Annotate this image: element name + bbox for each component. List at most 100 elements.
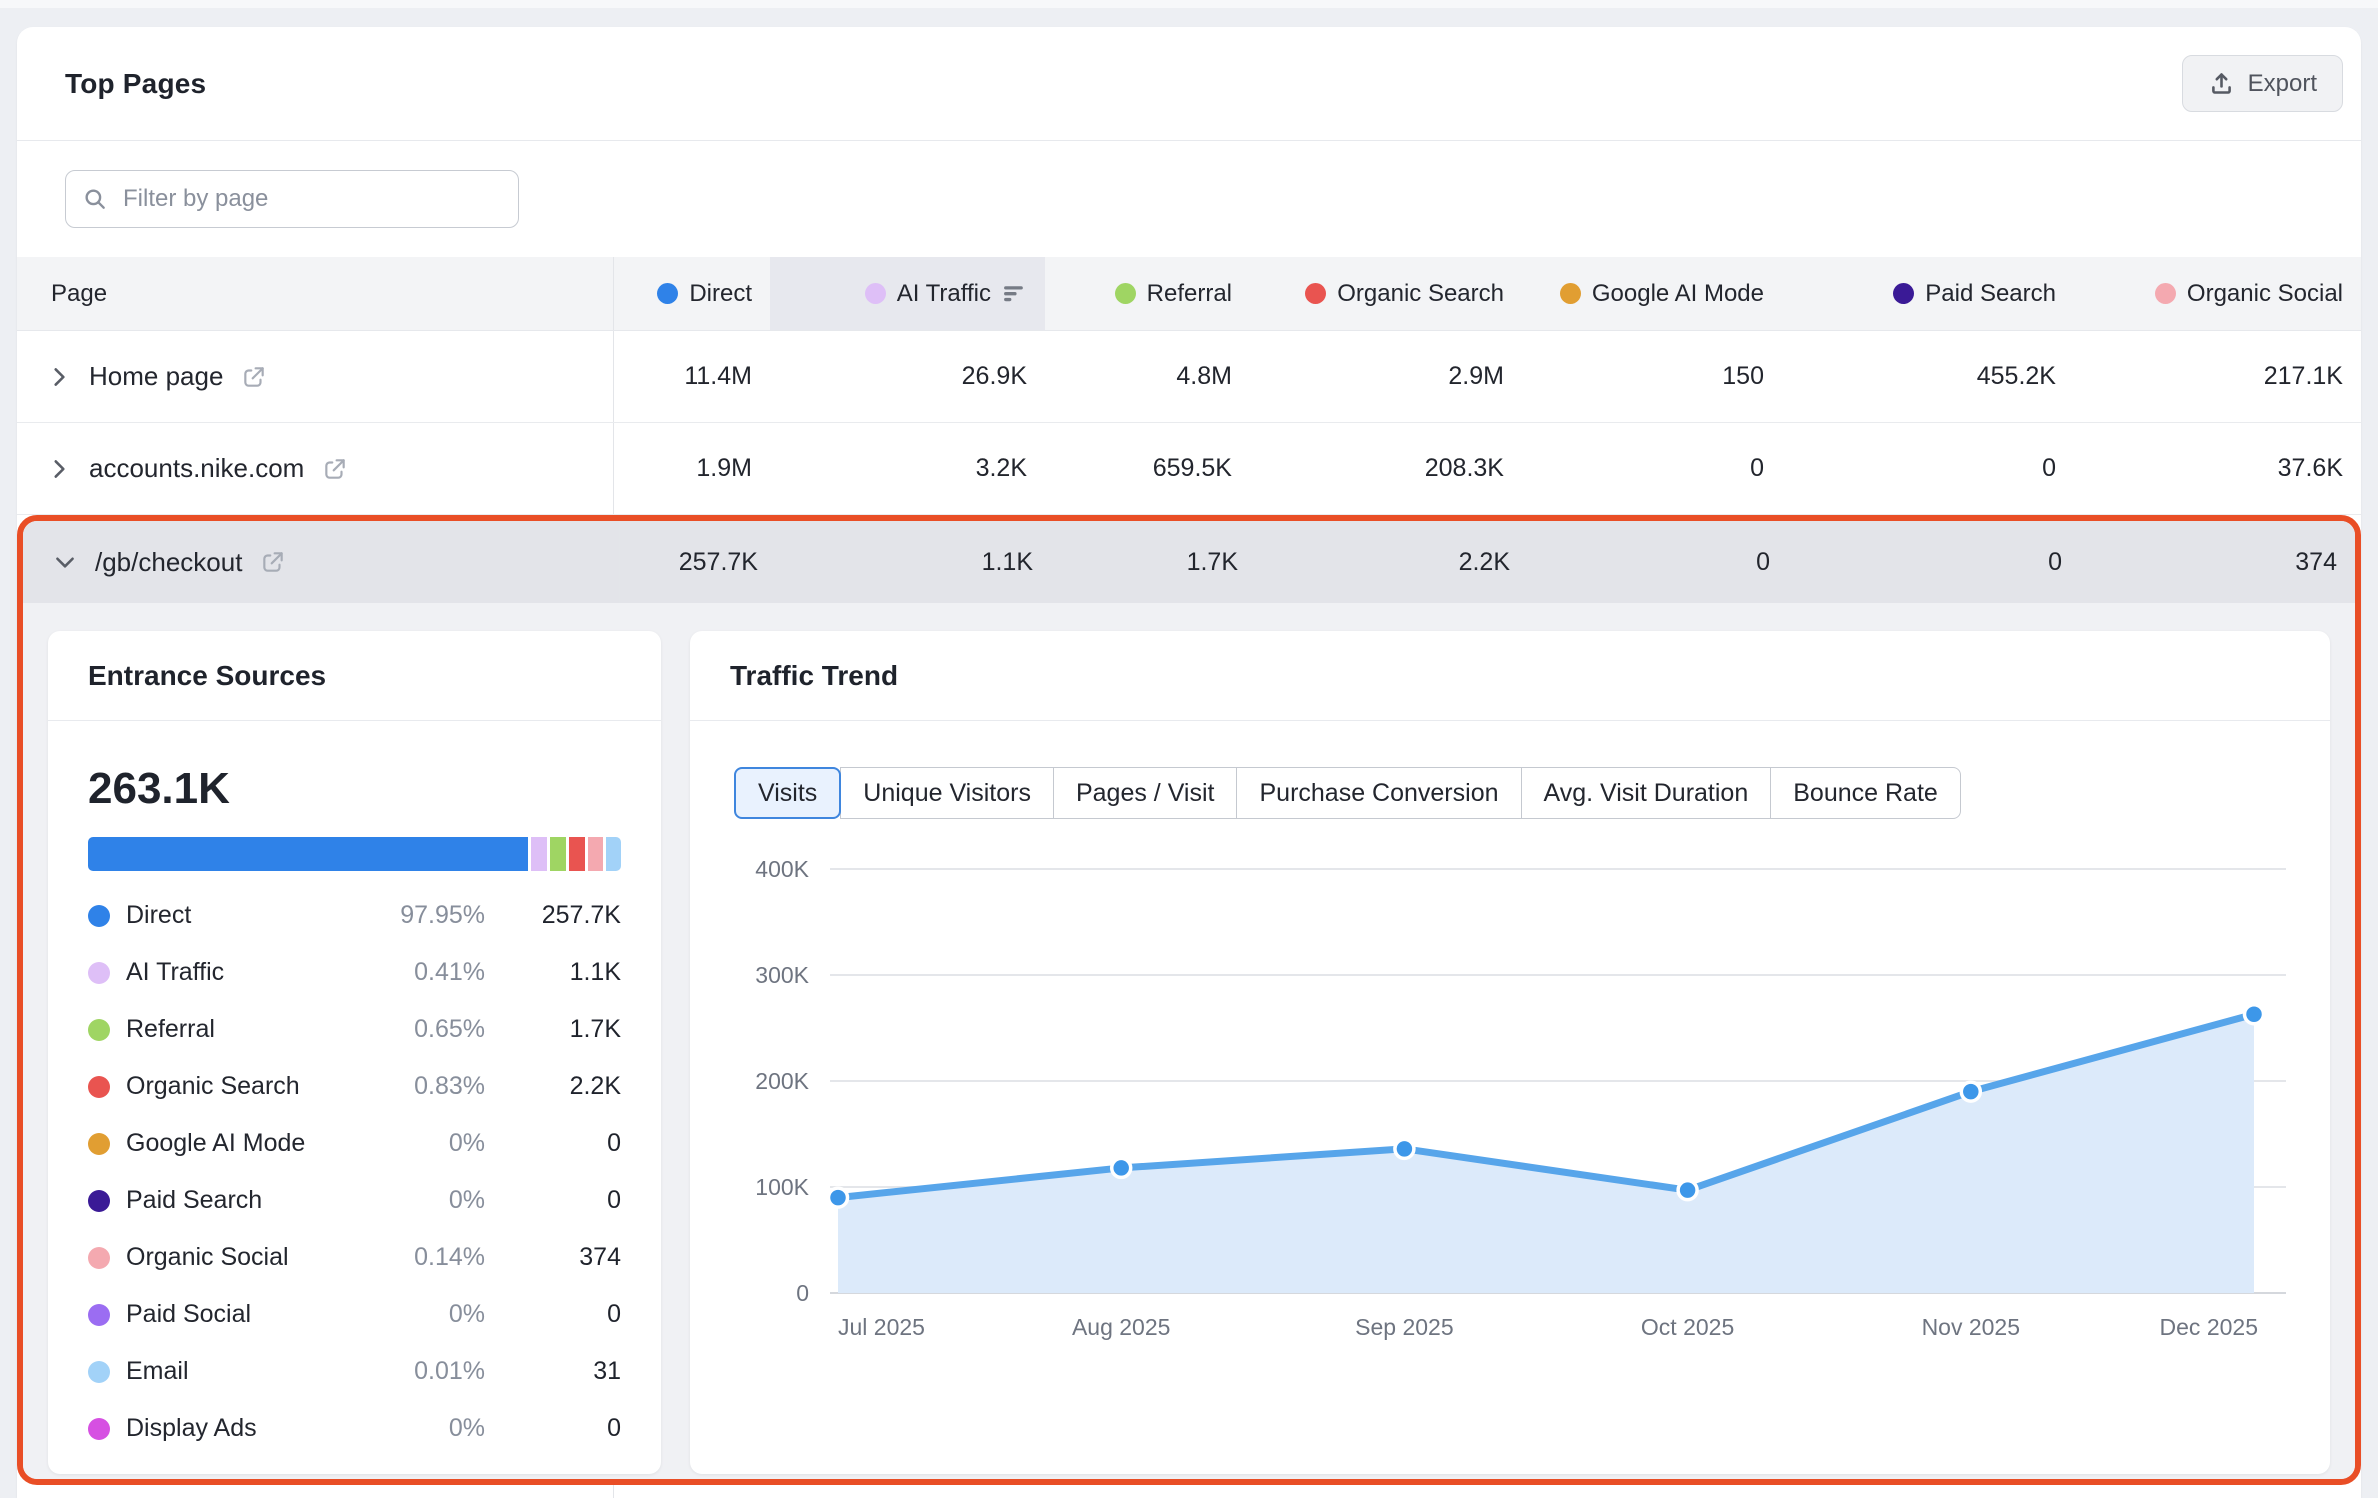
source-value: 0	[501, 1129, 621, 1158]
tab-bounce-rate[interactable]: Bounce Rate	[1770, 767, 1961, 819]
bar-segment-organic-search	[569, 837, 585, 871]
external-link-icon[interactable]	[260, 549, 286, 575]
tab-purchase-conversion[interactable]: Purchase Conversion	[1236, 767, 1521, 819]
source-label: Referral	[126, 1015, 357, 1044]
column-header-label: Referral	[1147, 280, 1232, 308]
trend-area-fill	[838, 1014, 2254, 1293]
tab-avg-visit-duration[interactable]: Avg. Visit Duration	[1521, 767, 1772, 819]
expanded-details-panel: Entrance Sources 263.1K Direct97.95%257.…	[23, 603, 2355, 1479]
source-row-paid-social: Paid Social0%0	[88, 1286, 621, 1343]
column-header-direct[interactable]: Direct	[613, 257, 770, 330]
page-name: accounts.nike.com	[89, 453, 304, 484]
bar-segment-direct	[88, 837, 528, 871]
export-icon	[2208, 70, 2235, 97]
ai-traffic-legend-dot	[865, 283, 886, 304]
cell-google-ai-mode: 0	[1522, 423, 1782, 514]
x-axis-label: Jul 2025	[838, 1314, 925, 1340]
source-label: Paid Search	[126, 1186, 357, 1215]
expand-row-chevron-right-icon[interactable]	[45, 455, 73, 483]
paid-search-dot	[88, 1190, 110, 1212]
traffic-trend-card: Traffic Trend VisitsUnique VisitorsPages…	[690, 631, 2330, 1474]
cell-organic-search: 208.3K	[1250, 423, 1522, 514]
cell-google-ai-mode: 0	[1528, 521, 1788, 603]
table-rows: Home page11.4M26.9K4.8M2.9M150455.2K217.…	[17, 331, 2361, 515]
entrance-sources-title: Entrance Sources	[48, 631, 661, 721]
cell-referral: 1.7K	[1051, 521, 1256, 603]
bar-segment-email	[606, 837, 621, 871]
column-header-google-ai-mode[interactable]: Google AI Mode	[1522, 257, 1782, 330]
source-percent: 0.01%	[373, 1357, 485, 1386]
collapse-row-chevron-down-icon[interactable]	[51, 548, 79, 576]
filter-input[interactable]	[121, 184, 502, 214]
external-link-icon[interactable]	[322, 456, 348, 482]
referral-dot	[88, 1019, 110, 1041]
direct-dot	[88, 905, 110, 927]
source-value: 0	[501, 1414, 621, 1443]
cell-google-ai-mode: 150	[1522, 331, 1782, 422]
column-header-label: Google AI Mode	[1592, 280, 1764, 308]
tab-unique-visitors[interactable]: Unique Visitors	[840, 767, 1054, 819]
source-percent: 0.65%	[373, 1015, 485, 1044]
paid-search-legend-dot	[1893, 283, 1914, 304]
column-header-label: AI Traffic	[897, 280, 991, 308]
export-button[interactable]: Export	[2182, 55, 2343, 112]
source-percent: 0.14%	[373, 1243, 485, 1272]
email-dot	[88, 1361, 110, 1383]
column-header-label: Organic Social	[2187, 280, 2343, 308]
table-row-accounts-nike-com[interactable]: accounts.nike.com1.9M3.2K659.5K208.3K003…	[17, 423, 2361, 515]
traffic-trend-title: Traffic Trend	[690, 631, 2330, 721]
x-axis-label: Nov 2025	[1922, 1314, 2020, 1340]
column-header-ai-traffic[interactable]: AI Traffic	[770, 257, 1045, 330]
source-percent: 97.95%	[373, 901, 485, 930]
source-percent: 0%	[373, 1129, 485, 1158]
table-toolbar	[17, 141, 2361, 257]
column-header-organic-search[interactable]: Organic Search	[1250, 257, 1522, 330]
column-header-organic-social[interactable]: Organic Social	[2074, 257, 2361, 330]
metric-tabs: VisitsUnique VisitorsPages / VisitPurcha…	[734, 767, 2286, 819]
entrance-sources-total: 263.1K	[88, 767, 621, 811]
source-label: AI Traffic	[126, 958, 357, 987]
card-header: Top Pages Export	[17, 27, 2361, 141]
source-value: 31	[501, 1357, 621, 1386]
cell-organic-social: 374	[2080, 521, 2355, 603]
source-label: Paid Social	[126, 1300, 357, 1329]
column-header-referral[interactable]: Referral	[1045, 257, 1250, 330]
tab-pages-visit[interactable]: Pages / Visit	[1053, 767, 1238, 819]
traffic-trend-body: VisitsUnique VisitorsPages / VisitPurcha…	[690, 767, 2330, 1348]
sources-legend: Direct97.95%257.7KAI Traffic0.41%1.1KRef…	[88, 887, 621, 1457]
source-value: 374	[501, 1243, 621, 1272]
expand-row-chevron-right-icon[interactable]	[45, 363, 73, 391]
column-header-label: Direct	[689, 280, 752, 308]
column-header-paid-search[interactable]: Paid Search	[1782, 257, 2074, 330]
table-row-gb-checkout[interactable]: /gb/checkout257.7K1.1K1.7K2.2K00374	[23, 521, 2355, 603]
data-point-aug-2025	[1112, 1158, 1131, 1177]
ai-traffic-dot	[88, 962, 110, 984]
source-value: 0	[501, 1300, 621, 1329]
source-row-direct: Direct97.95%257.7K	[88, 887, 621, 944]
source-label: Google AI Mode	[126, 1129, 357, 1158]
entrance-sources-card: Entrance Sources 263.1K Direct97.95%257.…	[48, 631, 661, 1474]
source-row-email: Email 0.01% 31	[88, 1343, 621, 1400]
bar-segment-organic-social	[588, 837, 604, 871]
data-point-oct-2025	[1678, 1181, 1697, 1200]
organic-social-legend-dot	[2155, 283, 2176, 304]
cell-ai-traffic: 26.9K	[770, 331, 1045, 422]
source-value: 2.2K	[501, 1072, 621, 1101]
source-row-organic-social: Organic Social0.14%374	[88, 1229, 621, 1286]
cell-referral: 4.8M	[1045, 331, 1250, 422]
source-label: Email	[126, 1357, 357, 1386]
x-axis-label: Dec 2025	[2160, 1314, 2258, 1340]
y-axis-label: 100K	[755, 1174, 809, 1200]
source-percent: 0.83%	[373, 1072, 485, 1101]
page-name: /gb/checkout	[95, 547, 242, 578]
source-percent: 0.41%	[373, 958, 485, 987]
column-header-page: Page	[17, 257, 613, 330]
source-row-referral: Referral0.65%1.7K	[88, 1001, 621, 1058]
visits-trend-svg: 0100K200K300K400KJul 2025Aug 2025Sep 202…	[734, 843, 2286, 1348]
page-cell-home-page: Home page	[17, 331, 613, 422]
page-title: Top Pages	[65, 68, 206, 100]
external-link-icon[interactable]	[241, 364, 267, 390]
tab-visits[interactable]: Visits	[734, 767, 841, 819]
table-row-home-page[interactable]: Home page11.4M26.9K4.8M2.9M150455.2K217.…	[17, 331, 2361, 423]
data-point-sep-2025	[1395, 1139, 1414, 1158]
